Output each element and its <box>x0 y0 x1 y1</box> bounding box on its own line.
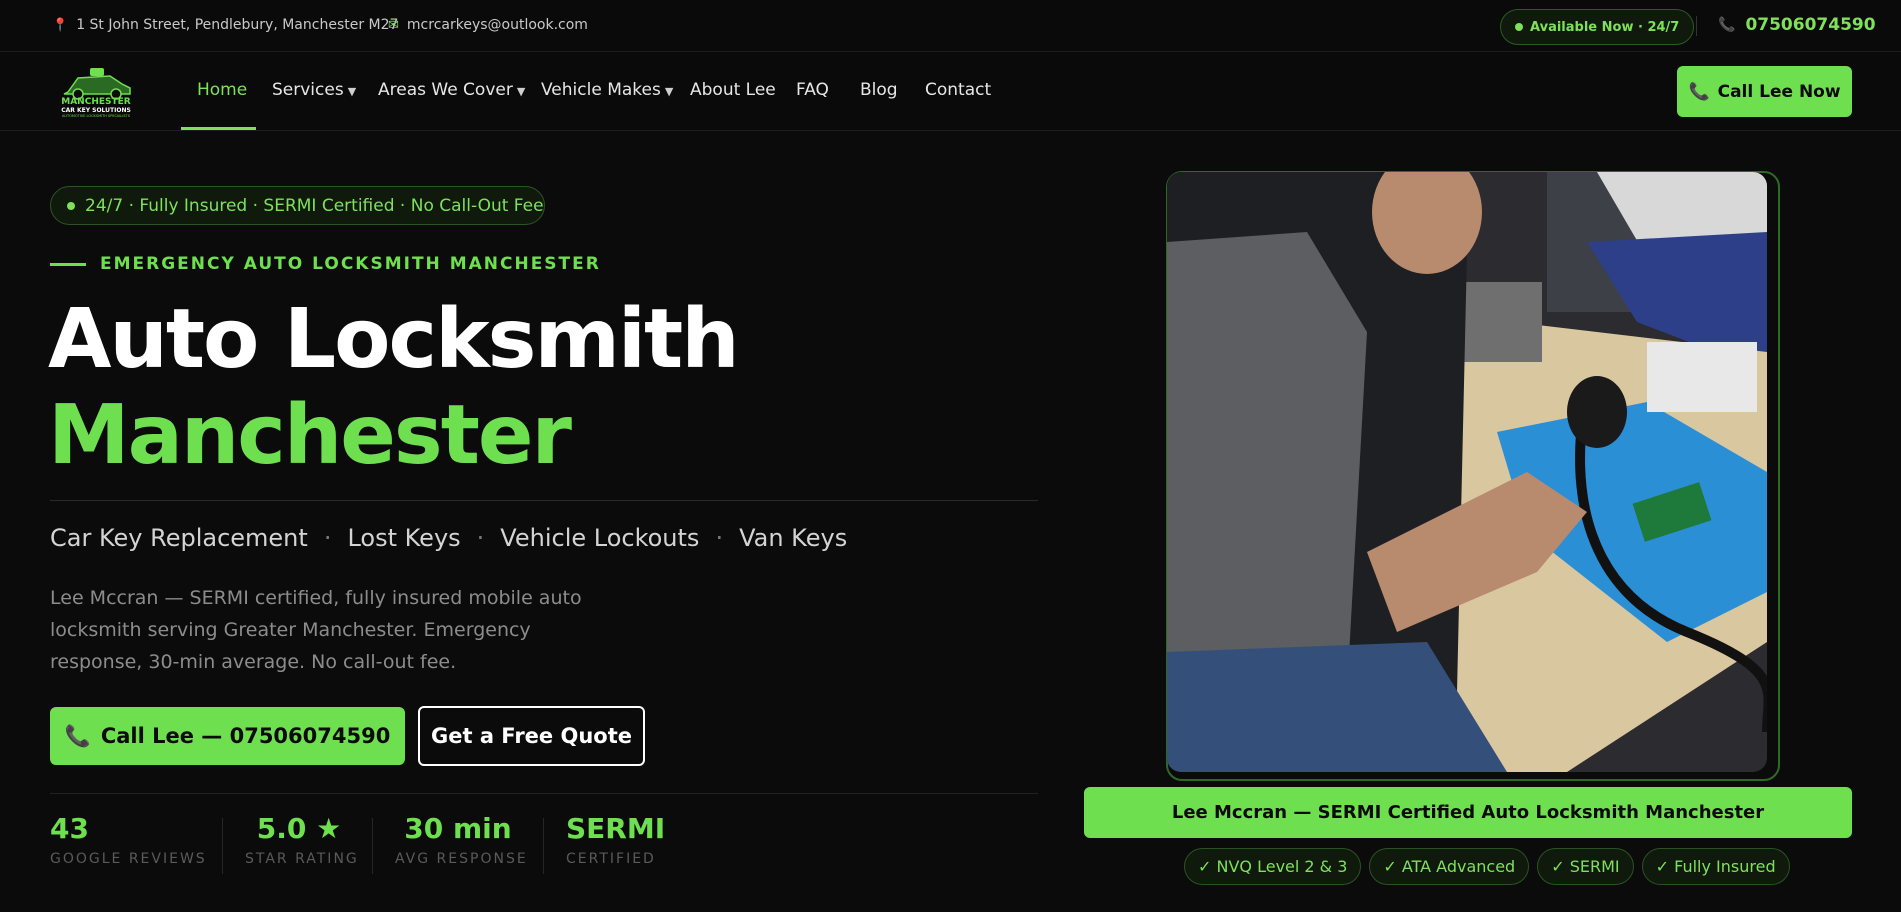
mail-icon: ✉ <box>388 17 399 33</box>
stat-label: STAR RATING <box>245 851 359 867</box>
service-item: Vehicle Lockouts <box>500 524 700 552</box>
nav-faq[interactable]: FAQ <box>796 80 829 100</box>
stat-label: CERTIFIED <box>566 851 656 867</box>
service-item: Van Keys <box>739 524 848 552</box>
divider <box>50 500 1038 501</box>
topbar-phone-number[interactable]: 07506074590 <box>1745 15 1875 35</box>
nav-areas-label: Areas We Cover <box>378 80 513 100</box>
stat-divider <box>543 818 544 874</box>
divider <box>1696 16 1697 36</box>
stat-value: SERMI <box>566 812 666 845</box>
hero-title-line2: Manchester <box>48 388 572 483</box>
hero-eyebrow: EMERGENCY AUTO LOCKSMITH MANCHESTER <box>50 254 601 274</box>
nav-services[interactable]: Services ▼ <box>272 80 356 100</box>
hero-badge: 24/7 · Fully Insured · SERMI Certified ·… <box>50 186 545 225</box>
location-pin-icon: 📍 <box>52 17 69 33</box>
top-info-bar: 📍 1 St John Street, Pendlebury, Manchest… <box>0 0 1901 52</box>
hero-description: Lee Mccran — SERMI certified, fully insu… <box>50 587 582 673</box>
call-lee-now-label: Call Lee Now <box>1717 81 1841 102</box>
nav-blog-label: Blog <box>860 80 898 100</box>
nav-services-label: Services <box>272 80 344 100</box>
call-lee-button-label: Call Lee — 07506074590 <box>100 724 391 748</box>
logo-line2: CAR KEY SOLUTIONS <box>61 107 131 114</box>
stat-divider <box>372 818 373 874</box>
hero-badge-text: 24/7 · Fully Insured · SERMI Certified ·… <box>85 195 544 216</box>
email[interactable]: ✉ mcrcarkeys@outlook.com <box>388 17 588 33</box>
availability-badge: Available Now · 24/7 <box>1500 9 1695 45</box>
stat-reviews: 43 GOOGLE REVIEWS <box>50 812 207 867</box>
nav-home[interactable]: Home <box>197 80 247 100</box>
credential-badge: ✓ ATA Advanced <box>1369 848 1530 885</box>
availability-text: Available Now · 24/7 <box>1530 19 1680 35</box>
stat-rating: 5.0 ★ STAR RATING <box>245 812 359 867</box>
eyebrow-line <box>50 262 86 266</box>
caret-down-icon: ▼ <box>516 85 526 98</box>
nav-contact[interactable]: Contact <box>925 80 991 100</box>
nav-faq-label: FAQ <box>796 80 829 100</box>
service-item: Car Key Replacement <box>50 524 308 552</box>
hero-title-line1: Auto Locksmith <box>48 292 740 387</box>
nav-vehicle-makes-label: Vehicle Makes <box>541 80 661 100</box>
nav-about-label: About Lee <box>690 80 776 100</box>
stat-divider <box>222 818 223 874</box>
nav-blog[interactable]: Blog <box>860 80 898 100</box>
status-dot-icon <box>1515 23 1523 31</box>
hero-services-list: Car Key Replacement · Lost Keys · Vehicl… <box>50 524 847 552</box>
hero-eyebrow-text: EMERGENCY AUTO LOCKSMITH MANCHESTER <box>100 254 601 274</box>
logo-tagline: AUTOMOTIVE LOCKSMITH SPECIALISTS <box>62 114 130 118</box>
stat-label: AVG RESPONSE <box>395 851 528 867</box>
phone-icon: 📞 <box>1688 81 1710 102</box>
stat-label: GOOGLE REVIEWS <box>50 851 207 867</box>
email-text[interactable]: mcrcarkeys@outlook.com <box>407 17 588 33</box>
photo-caption: Lee Mccran — SERMI Certified Auto Locksm… <box>1084 787 1852 838</box>
caret-down-icon: ▼ <box>347 85 357 98</box>
locksmith-photo <box>1167 172 1767 772</box>
topbar-phone-link[interactable]: 📞 07506074590 <box>1718 15 1876 35</box>
free-quote-button-label: Get a Free Quote <box>431 724 632 748</box>
stat-value: 43 <box>50 812 89 845</box>
photo-caption-text: Lee Mccran — SERMI Certified Auto Locksm… <box>1171 802 1765 823</box>
active-nav-indicator <box>181 127 256 130</box>
site-logo[interactable]: MANCHESTER CAR KEY SOLUTIONS AUTOMOTIVE … <box>50 64 142 120</box>
locksmith-at-work-image <box>1167 172 1767 772</box>
nav-home-label: Home <box>197 80 248 100</box>
nav-about[interactable]: About Lee <box>690 80 776 100</box>
address-text: 1 St John Street, Pendlebury, Manchester… <box>76 17 399 33</box>
separator: · <box>715 524 724 552</box>
credential-badge: ✓ Fully Insured <box>1641 848 1790 885</box>
phone-icon: 📞 <box>64 723 91 748</box>
stat-value: 30 min <box>404 812 512 845</box>
free-quote-button[interactable]: Get a Free Quote <box>418 706 645 766</box>
status-dot-icon <box>67 201 75 210</box>
credential-badges: ✓ NVQ Level 2 & 3 ✓ ATA Advanced ✓ SERMI… <box>1184 848 1790 885</box>
credential-badge: ✓ SERMI <box>1537 848 1634 885</box>
service-item: Lost Keys <box>347 524 461 552</box>
phone-icon: 📞 <box>1718 17 1736 33</box>
stat-sermi: SERMI CERTIFIED <box>566 812 665 867</box>
nav-contact-label: Contact <box>925 80 992 100</box>
stat-value: 5.0 ★ <box>256 812 342 845</box>
nav-vehicle-makes[interactable]: Vehicle Makes ▼ <box>541 80 673 100</box>
divider <box>50 793 1038 794</box>
credential-badge: ✓ NVQ Level 2 & 3 <box>1184 848 1362 885</box>
address: 📍 1 St John Street, Pendlebury, Manchest… <box>52 17 398 33</box>
nav-areas[interactable]: Areas We Cover ▼ <box>378 80 525 100</box>
main-navigation: MANCHESTER CAR KEY SOLUTIONS AUTOMOTIVE … <box>0 52 1901 131</box>
separator: · <box>476 524 485 552</box>
call-lee-now-button[interactable]: 📞 Call Lee Now <box>1677 66 1852 117</box>
logo-line1: MANCHESTER <box>61 97 131 107</box>
caret-down-icon: ▼ <box>664 85 674 98</box>
separator: · <box>323 524 332 552</box>
stat-response: 30 min AVG RESPONSE <box>395 812 528 867</box>
call-lee-button[interactable]: 📞 Call Lee — 07506074590 <box>50 707 405 765</box>
